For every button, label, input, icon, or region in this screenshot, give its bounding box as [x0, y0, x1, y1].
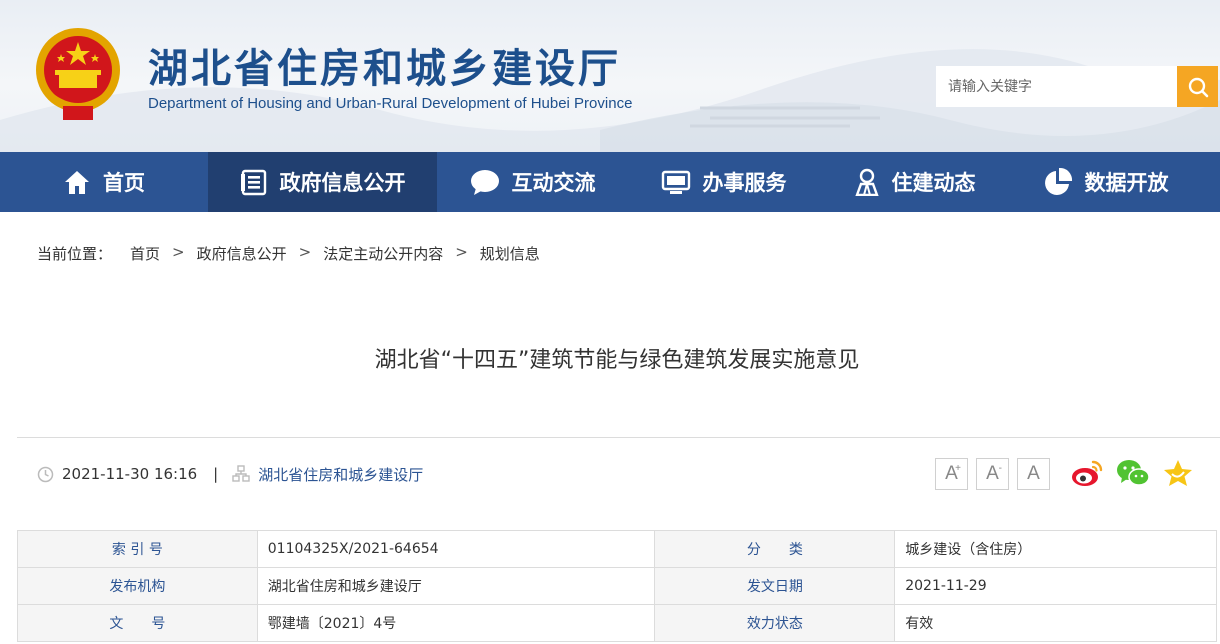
wechat-icon[interactable]	[1116, 458, 1150, 488]
table-row: 发布机构 湖北省住房和城乡建设厅 发文日期 2021-11-29	[17, 567, 1217, 605]
nav-item-interaction[interactable]: 互动交流	[437, 152, 628, 212]
article-title: 湖北省“十四五”建筑节能与绿色建筑发展实施意见	[374, 348, 860, 373]
article-publisher[interactable]: 湖北省住房和城乡建设厅	[258, 464, 423, 485]
table-row: 文 号 鄂建墙〔2021〕4号 效力状态 有效	[17, 604, 1217, 642]
breadcrumb-link-public-content[interactable]: 法定主动公开内容	[323, 243, 443, 264]
nav-item-label: 数据开放	[1084, 171, 1169, 195]
home-icon	[65, 171, 89, 194]
weibo-icon[interactable]	[1070, 458, 1104, 488]
breadcrumb-link-home[interactable]: 首页	[130, 243, 160, 264]
chat-bubble-icon	[470, 170, 499, 195]
font-decrease-button[interactable]: A -	[976, 458, 1009, 490]
search-button[interactable]	[1177, 66, 1218, 107]
table-row: 索 引 号 01104325X/2021-64654 分 类 城乡建设（含住房）	[17, 530, 1217, 568]
main-nav: 首页 政府信息公开 互动交流 办事服务 住建动态 数据开放	[0, 152, 1220, 212]
info-key: 索 引 号	[17, 530, 258, 568]
font-increase-sup: +	[955, 463, 961, 474]
info-value: 湖北省住房和城乡建设厅	[256, 567, 656, 605]
nav-item-home[interactable]: 首页	[0, 152, 208, 212]
nav-item-label: 政府信息公开	[279, 171, 406, 195]
national-emblem-icon	[36, 28, 120, 120]
site-title: 湖北省住房和城乡建设厅	[148, 46, 621, 92]
breadcrumb-separator: >	[172, 243, 185, 261]
pie-chart-icon	[1044, 167, 1072, 195]
info-key: 效力状态	[654, 604, 896, 642]
font-increase-button[interactable]: A +	[935, 458, 968, 490]
search-icon	[1188, 77, 1208, 97]
info-key: 分 类	[654, 530, 896, 568]
breadcrumb-label: 当前位置：	[37, 245, 113, 263]
person-icon	[854, 168, 879, 196]
share-tools	[1070, 458, 1194, 488]
info-value: 鄂建墙〔2021〕4号	[256, 604, 656, 642]
info-value: 城乡建设（含住房）	[894, 530, 1217, 568]
font-reset-button[interactable]: A	[1017, 458, 1050, 490]
breadcrumb-separator: >	[455, 243, 468, 261]
breadcrumb-link-planning[interactable]: 规划信息	[480, 243, 540, 264]
document-list-icon	[240, 169, 266, 196]
nav-item-label: 住建动态	[891, 171, 976, 195]
favorite-star-icon[interactable]	[1162, 458, 1194, 488]
site-header: 湖北省住房和城乡建设厅 Department of Housing and Ur…	[0, 0, 1220, 152]
nav-item-data[interactable]: 数据开放	[1010, 152, 1201, 212]
font-decrease-sup: -	[998, 463, 1002, 474]
info-key: 文 号	[17, 604, 258, 642]
info-key: 发布机构	[17, 567, 258, 605]
search-input[interactable]	[936, 66, 1177, 107]
search-bar	[936, 66, 1218, 107]
font-reset-label: A	[1027, 463, 1040, 484]
document-info-table: 索 引 号 01104325X/2021-64654 分 类 城乡建设（含住房）…	[17, 530, 1217, 642]
info-value: 01104325X/2021-64654	[256, 530, 656, 568]
article-datetime: 2021-11-30 16:16	[62, 465, 198, 483]
breadcrumb: 当前位置： 首页 > 政府信息公开 > 法定主动公开内容 > 规划信息	[37, 243, 540, 264]
nav-item-gov-info[interactable]: 政府信息公开	[208, 152, 437, 212]
organization-icon	[232, 465, 250, 482]
nav-item-label: 办事服务	[702, 171, 787, 195]
nav-item-label: 互动交流	[511, 171, 596, 195]
info-value: 2021-11-29	[894, 567, 1217, 605]
meta-separator: |	[213, 465, 219, 483]
font-size-tools: A + A - A	[935, 458, 1050, 490]
info-value: 有效	[894, 604, 1217, 642]
info-key: 发文日期	[654, 567, 896, 605]
breadcrumb-separator: >	[298, 243, 312, 261]
site-subtitle: Department of Housing and Urban-Rural De…	[148, 95, 633, 112]
font-decrease-label: A	[986, 463, 999, 484]
nav-item-label: 首页	[103, 171, 145, 195]
nav-item-services[interactable]: 办事服务	[628, 152, 819, 212]
divider	[17, 437, 1220, 438]
article-meta: 2021-11-30 16:16 | 湖北省住房和城乡建设厅	[37, 463, 423, 485]
nav-item-news[interactable]: 住建动态	[819, 152, 1010, 212]
clock-icon	[37, 466, 54, 482]
breadcrumb-link-gov-info[interactable]: 政府信息公开	[197, 243, 287, 264]
monitor-icon	[661, 170, 690, 194]
